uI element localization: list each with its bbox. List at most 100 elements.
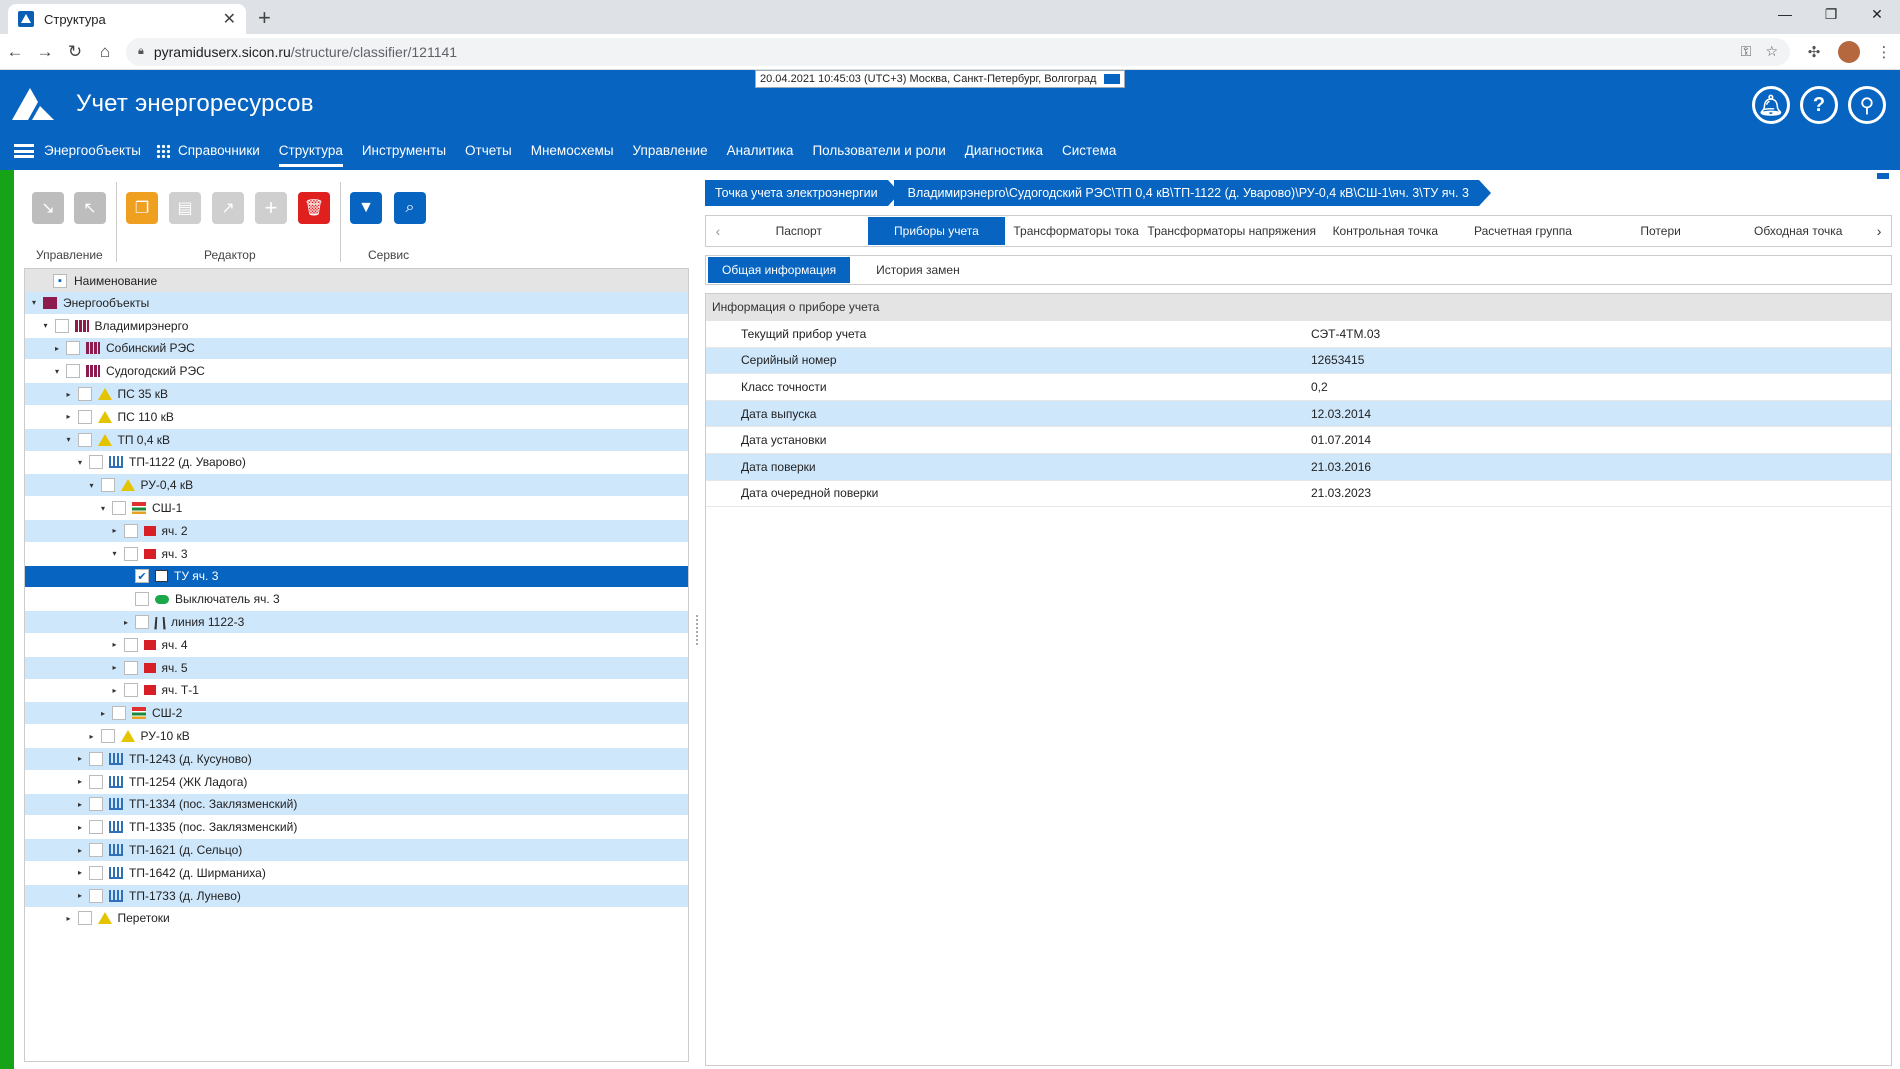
tree-row[interactable]: ▸ СШ-2 [25,702,688,726]
tab-bypass-point[interactable]: Обходная точка [1729,217,1867,245]
expand-arrow-icon[interactable]: ▸ [75,777,85,786]
logout-run-icon[interactable]: ⚲ [1848,86,1886,124]
expand-arrow-icon[interactable]: ▸ [75,823,85,832]
tabs-scroll-left-icon[interactable]: ‹ [706,223,730,239]
subtab-general[interactable]: Общая информация [708,257,851,283]
tree-row-checkbox[interactable] [112,706,126,721]
tree-row[interactable]: ▸ яч. 5 [25,656,688,680]
tree-row[interactable]: ▸ ПС 35 кВ [25,383,688,406]
apps-grid-icon[interactable] [156,144,170,158]
tree-row-checkbox[interactable] [123,523,138,538]
menu-item-diagnostics[interactable]: Диагностика [965,135,1043,167]
collapse-arrow-icon[interactable]: ▾ [64,435,74,444]
tree-row[interactable]: ▾ ТП 0,4 кВ [25,428,688,452]
expand-arrow-icon[interactable]: ▸ [75,891,85,900]
menu-item-tools[interactable]: Инструменты [362,135,446,167]
tree-row[interactable]: ▸ ТП-1334 (пос. Заклязменский) [25,793,688,817]
subtab-replacement-history[interactable]: История замен [862,257,974,283]
expand-arrow-icon[interactable]: ▸ [52,344,62,353]
tab-passport[interactable]: Паспорт [730,217,868,245]
breadcrumb-item-path[interactable]: Владимирэнерго\Судогодский РЭС\ТП 0,4 кВ… [893,180,1492,206]
tree-row-checkbox[interactable] [77,432,92,447]
menu-item-system[interactable]: Система [1062,135,1116,167]
tree-row[interactable]: ▸ яч. Т-1 [25,680,688,703]
expand-arrow-icon[interactable]: ▸ [64,390,74,399]
menu-item-analytics[interactable]: Аналитика [727,135,794,167]
tree-row-checkbox[interactable] [112,501,126,516]
new-tab-icon[interactable]: + [258,5,271,31]
tree-row-checkbox[interactable] [100,729,115,744]
tree-row-checkbox[interactable] [77,911,92,926]
key-icon[interactable]: ⚿ [1741,43,1752,60]
minimize-icon[interactable]: — [1762,0,1808,30]
tree-row-checkbox[interactable] [123,546,138,561]
tree-row[interactable]: ▸ линия 1122-3 [25,611,688,634]
copy-icon[interactable]: ❐ [126,192,158,224]
select-all-checkbox[interactable]: ▪ [53,273,67,288]
hamburger-menu-icon[interactable] [14,144,34,158]
edit-icon[interactable]: ↗ [212,192,244,224]
tree-row[interactable]: ▾ Владимирэнерго [25,315,688,338]
move-down-icon[interactable]: ↘ [32,192,64,224]
tree-row-checkbox[interactable] [89,888,103,903]
menu-item-structure[interactable]: Структура [278,135,343,167]
close-window-icon[interactable]: ✕ [1854,0,1900,30]
expand-arrow-icon[interactable]: ▸ [87,732,97,741]
tree-row[interactable]: ▸ ПС 110 кВ [25,406,688,429]
tree-row-checkbox[interactable] [89,797,103,812]
tree-row[interactable]: ▸ ТП-1733 (д. Лунево) [25,884,688,908]
expand-arrow-icon[interactable]: ▸ [64,412,74,421]
tab-control-point[interactable]: Контрольная точка [1316,217,1454,245]
tree-row[interactable]: ▾ яч. 3 [25,543,688,566]
tree-row-checkbox[interactable] [89,774,103,789]
tree-row[interactable]: ▾ ТП-1122 (д. Уварово) [25,452,688,475]
tree-row-checkbox[interactable] [54,318,69,333]
tree-row-checkbox[interactable] [89,843,103,858]
tab-current-transformers[interactable]: Трансформаторы тока [1005,217,1147,245]
collapse-arrow-icon[interactable]: ▾ [41,321,51,330]
tree-row[interactable]: ▾ РУ-0,4 кВ [25,474,688,498]
back-icon[interactable]: ← [0,42,30,62]
collapse-arrow-icon[interactable]: ▾ [52,367,62,376]
tree-row[interactable]: ▾ Энергообъекты [25,292,688,315]
tree-row-checkbox[interactable] [123,683,138,698]
tree-row[interactable]: ▾ Судогодский РЭС [25,360,688,384]
collapse-panel-icon[interactable] [1876,172,1890,180]
menu-item-mnemonics[interactable]: Мнемосхемы [531,135,614,167]
forward-icon[interactable]: → [30,42,60,62]
expand-arrow-icon[interactable]: ▸ [75,754,85,763]
url-input[interactable]: 🔒︎ pyramiduserx.sicon.ru/structure/class… [126,37,1790,66]
tree-row-checkbox[interactable] [66,364,80,379]
collapse-arrow-icon[interactable]: ▾ [87,481,97,490]
menu-item-reports[interactable]: Отчеты [465,135,512,167]
tree-row[interactable]: ▾ СШ-1 [25,497,688,520]
tree-row-checkbox[interactable] [77,387,92,402]
tree-row[interactable]: ▸ РУ-10 кВ [25,725,688,748]
menu-item-control[interactable]: Управление [633,135,708,167]
panel-splitter[interactable] [696,615,700,645]
browser-tab[interactable]: Структура ✕ [8,4,246,34]
close-tab-icon[interactable]: ✕ [223,9,236,29]
tree-row[interactable]: ▸ Собинский РЭС [25,337,688,361]
collapse-arrow-icon[interactable]: ▾ [110,549,120,558]
home-icon[interactable]: ⌂ [90,42,120,62]
tree-row[interactable]: ✔ ТУ яч. 3 [25,565,688,589]
tree-row-checkbox[interactable] [89,751,103,766]
tree-row[interactable]: ▸ ТП-1254 (ЖК Ладога) [25,771,688,794]
filter-icon[interactable]: ▼ [350,192,382,224]
collapse-arrow-icon[interactable]: ▾ [98,504,108,513]
tree-row-checkbox[interactable] [77,409,92,424]
browser-menu-icon[interactable]: ⋮ [1868,43,1900,61]
tree-row[interactable]: ▸ ТП-1335 (пос. Заклязменский) [25,816,688,840]
tree-row-checkbox[interactable] [89,820,103,835]
tree-row-checkbox[interactable] [135,615,149,630]
tabs-scroll-right-icon[interactable]: › [1867,223,1891,239]
collapse-arrow-icon[interactable]: ▾ [29,298,39,307]
profile-avatar[interactable] [1838,40,1860,63]
expand-arrow-icon[interactable]: ▸ [98,709,108,718]
expand-arrow-icon[interactable]: ▸ [64,914,74,923]
menu-item-users-roles[interactable]: Пользователи и роли [812,135,945,167]
bookmark-star-icon[interactable]: ☆ [1765,43,1778,60]
expand-arrow-icon[interactable]: ▸ [75,868,85,877]
restore-icon[interactable]: ❐ [1808,0,1854,30]
